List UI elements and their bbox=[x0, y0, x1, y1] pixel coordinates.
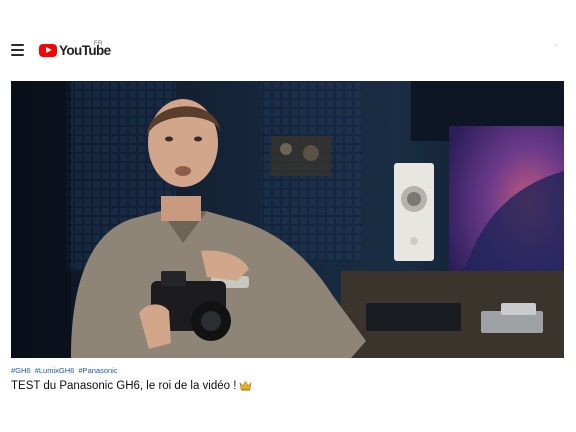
masthead: YouTube FR bbox=[0, 0, 576, 70]
video-title-row: TEST du Panasonic GH6, le roi de la vidé… bbox=[11, 379, 564, 396]
hashtag-link[interactable]: #GH6 bbox=[11, 366, 31, 375]
video-frame bbox=[11, 81, 564, 358]
video-player[interactable] bbox=[11, 81, 564, 358]
crown-emoji-icon bbox=[239, 380, 252, 396]
video-metadata: #GH6 #LumixGH6 #Panasonic TEST du Panaso… bbox=[11, 366, 564, 396]
hamburger-menu-icon[interactable] bbox=[11, 44, 25, 56]
hashtag-link[interactable]: #Panasonic bbox=[78, 366, 117, 375]
country-code: FR bbox=[94, 41, 103, 47]
video-title: TEST du Panasonic GH6, le roi de la vidé… bbox=[11, 380, 237, 392]
hashtag-row: #GH6 #LumixGH6 #Panasonic bbox=[11, 366, 564, 376]
header-menu-dot bbox=[555, 44, 558, 47]
hashtag-link[interactable]: #LumixGH6 bbox=[35, 366, 75, 375]
youtube-play-icon bbox=[39, 43, 57, 57]
